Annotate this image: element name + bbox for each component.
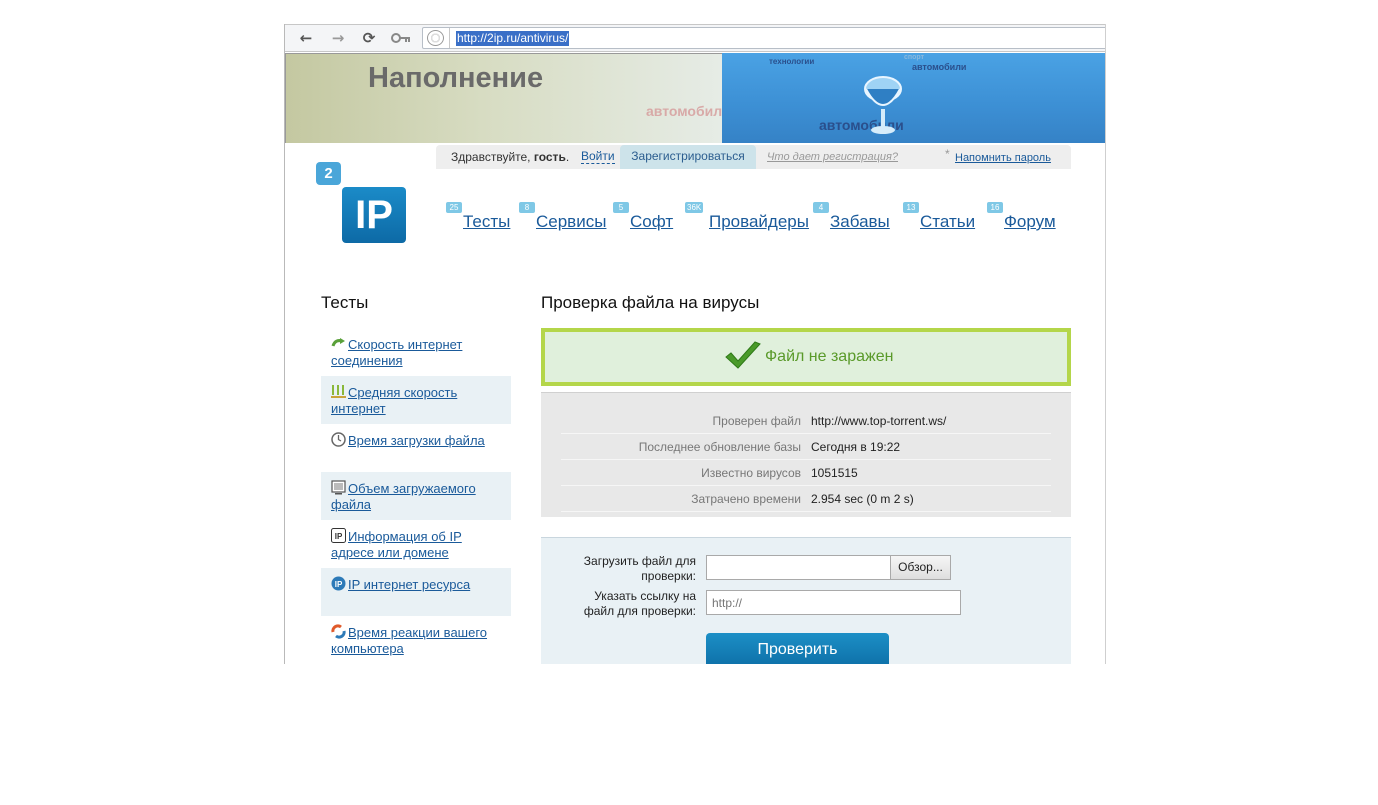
info-row: Известно вирусов 1051515 <box>561 460 1051 486</box>
nav-label[interactable]: Статьи <box>920 212 975 232</box>
banner-title: Наполнение <box>368 62 544 94</box>
sidebar-item-reaction-time[interactable]: Время реакции вашего компьютера <box>321 616 511 664</box>
url-text[interactable]: http://2ip.ru/antivirus/ <box>456 31 570 46</box>
back-arrow-icon[interactable]: ← <box>293 27 319 49</box>
ad-banner[interactable]: Наполнение автомобили технологии спорт а… <box>285 53 1105 143</box>
nav-count-badge: 4 <box>813 202 829 213</box>
banner-word: спорт <box>904 54 925 61</box>
ip-icon: IP <box>331 528 346 543</box>
sidebar-item-download-time[interactable]: Время загрузки файла <box>321 424 511 472</box>
url-upload-label: Указать ссылку на файл для проверки: <box>583 589 696 618</box>
globe-icon <box>427 30 444 46</box>
forward-arrow-icon[interactable]: → <box>325 27 351 49</box>
banner-word: автомобили <box>912 62 967 72</box>
main-nav: 25 Тесты 8 Сервисы 5 Софт 36K Провайдеры… <box>285 202 1105 242</box>
key-icon[interactable] <box>388 27 414 49</box>
svg-text:IP: IP <box>335 532 343 541</box>
sidebar-item-avg-speed[interactable]: Средняя скорость интернет <box>321 376 511 424</box>
ip-globe-icon: IP <box>331 576 346 591</box>
login-bar: Здравствуйте, гость. Войти Зарегистриров… <box>436 145 1071 169</box>
banner-word: технологии <box>769 57 815 66</box>
nav-count-badge: 13 <box>903 202 919 213</box>
info-key: Последнее обновление базы <box>638 440 801 454</box>
sidebar-item-label[interactable]: Объем загружаемого файла <box>331 481 476 512</box>
sidebar-item-label[interactable]: Скорость интернет соединения <box>331 337 462 368</box>
info-row: Проверен файл http://www.top-torrent.ws/ <box>561 408 1051 434</box>
nav-count-badge: 5 <box>613 202 629 213</box>
info-row: Последнее обновление базы Сегодня в 19:2… <box>561 434 1051 460</box>
checkmark-icon <box>725 341 761 369</box>
sidebar-item-ip-info[interactable]: IP Информация об IP адресе или домене <box>321 520 511 568</box>
nav-label[interactable]: Забавы <box>830 212 890 232</box>
svg-text:IP: IP <box>335 580 343 589</box>
sidebar-item-label[interactable]: Время загрузки файла <box>348 433 485 448</box>
nav-count-badge: 16 <box>987 202 1003 213</box>
reaction-icon <box>331 624 346 639</box>
greeting: Здравствуйте, гость. <box>451 150 570 164</box>
glass-icon <box>864 76 902 134</box>
browse-button[interactable]: Обзор... <box>891 555 951 580</box>
login-link[interactable]: Войти <box>581 150 615 164</box>
clock-icon <box>331 432 346 447</box>
sidebar-item-label[interactable]: Информация об IP адресе или домене <box>331 529 462 560</box>
scan-result-text: Файл не заражен <box>765 348 894 365</box>
remind-password-link[interactable]: Напомнить пароль <box>955 152 1051 164</box>
register-button[interactable]: Зарегистрироваться <box>620 145 756 169</box>
info-key: Проверен файл <box>712 414 801 428</box>
info-value: 1051515 <box>811 466 858 480</box>
browser-window: ← → ⟳ http://2ip.ru/antivirus/ Наполнени… <box>284 24 1106 664</box>
sidebar-item-ip-resource[interactable]: IP IP интернет ресурса <box>321 568 511 616</box>
browser-toolbar: ← → ⟳ http://2ip.ru/antivirus/ <box>285 24 1105 52</box>
address-separator <box>449 28 450 48</box>
page-title: Проверка файла на вирусы <box>541 293 760 312</box>
guest-name: гость <box>533 150 566 164</box>
sidebar-item-label[interactable]: Средняя скорость интернет <box>331 385 457 416</box>
banner-faded-word: автомобили <box>646 103 731 119</box>
bars-icon <box>331 385 346 398</box>
nav-count-badge: 36K <box>685 202 704 213</box>
nav-label[interactable]: Тесты <box>463 212 510 232</box>
file-path-input[interactable] <box>706 555 891 580</box>
upload-form: Загрузить файл для проверки: Обзор... Ук… <box>541 537 1071 664</box>
info-value: http://www.top-torrent.ws/ <box>811 414 947 428</box>
file-upload-label: Загрузить файл для проверки: <box>583 554 696 583</box>
nav-count-badge: 8 <box>519 202 535 213</box>
sidebar-item-file-size[interactable]: Объем загружаемого файла <box>321 472 511 520</box>
info-value: 2.954 sec (0 m 2 s) <box>811 492 914 506</box>
sidebar-item-label[interactable]: IP интернет ресурса <box>348 577 470 592</box>
scan-result-box: Файл не заражен <box>541 328 1071 386</box>
banner-left-panel: Наполнение автомобили <box>285 53 731 143</box>
info-key: Известно вирусов <box>701 466 801 480</box>
nav-label[interactable]: Провайдеры <box>709 212 809 232</box>
address-bar[interactable]: http://2ip.ru/antivirus/ <box>422 27 1105 49</box>
nav-label[interactable]: Сервисы <box>536 212 606 232</box>
nav-label[interactable]: Форум <box>1004 212 1056 232</box>
sidebar-title: Тесты <box>321 293 369 312</box>
monitor-icon <box>331 480 346 495</box>
logo-badge[interactable]: 2 <box>316 162 341 185</box>
asterisk: * <box>945 147 950 161</box>
speed-arrow-icon <box>331 338 345 347</box>
info-key: Затрачено времени <box>691 492 801 506</box>
check-button[interactable]: Проверить <box>706 633 889 664</box>
info-value: Сегодня в 19:22 <box>811 440 901 454</box>
scan-info-table: Проверен файл http://www.top-torrent.ws/… <box>541 392 1071 517</box>
sidebar-item-speed[interactable]: Скорость интернет соединения <box>321 328 511 376</box>
register-info-link[interactable]: Что дает регистрация? <box>767 151 898 163</box>
reload-icon[interactable]: ⟳ <box>356 27 382 49</box>
banner-right-panel: технологии спорт автомобили автомобили <box>722 53 1105 143</box>
file-url-input[interactable] <box>706 590 961 615</box>
nav-label[interactable]: Софт <box>630 212 673 232</box>
nav-count-badge: 25 <box>446 202 462 213</box>
info-row: Затрачено времени 2.954 sec (0 m 2 s) <box>561 486 1051 512</box>
sidebar-item-label[interactable]: Время реакции вашего компьютера <box>331 625 487 656</box>
